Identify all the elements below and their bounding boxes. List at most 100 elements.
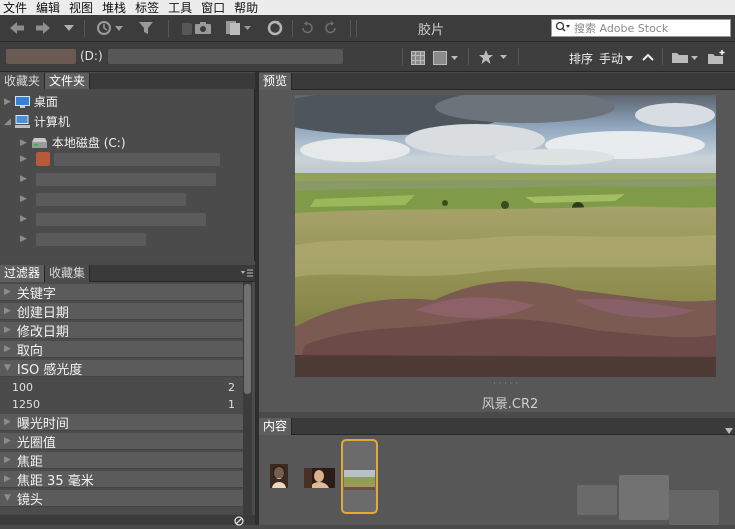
filter-section-aperture[interactable]: ▶ 光圈值 [0, 433, 243, 451]
tree-item[interactable]: ▶ [20, 214, 31, 224]
refresh-icon[interactable] [265, 19, 285, 37]
filter-label: 关键字 [16, 286, 56, 302]
thumbnail-selected[interactable] [341, 439, 378, 514]
output-dropdown-icon[interactable] [223, 19, 253, 37]
filter-label: 修改日期 [16, 324, 69, 340]
menu-label[interactable]: 标签 [135, 1, 159, 15]
tree-item[interactable]: ▶ [20, 234, 31, 244]
content-panel-header: 内容 [259, 418, 735, 435]
collapse-triangle-icon[interactable]: ◢ [4, 117, 11, 127]
forward-arrow-icon[interactable] [34, 20, 52, 36]
tab-filter[interactable]: 过滤器 [0, 265, 46, 282]
workspace-title[interactable]: 胶片 [418, 19, 444, 38]
history-dropdown-icon[interactable] [63, 23, 75, 33]
tab-content[interactable]: 内容 [259, 418, 293, 435]
filter-section-date-modified[interactable]: ▶ 修改日期 [0, 322, 243, 340]
filter-count: 2 [228, 380, 235, 394]
menu-edit[interactable]: 编辑 [36, 1, 60, 15]
filter-section-date-created[interactable]: ▶ 创建日期 [0, 303, 243, 321]
tree-item-desktop[interactable]: ▶ 桌面 [4, 93, 58, 110]
expand-triangle-icon[interactable]: ▶ [20, 214, 27, 224]
expand-triangle-icon[interactable]: ▶ [20, 154, 27, 164]
preview-dots: ····· [493, 379, 521, 388]
expand-triangle-icon[interactable]: ▶ [20, 194, 27, 204]
thumbnail[interactable] [304, 468, 335, 488]
open-recent-folder-icon[interactable] [670, 49, 700, 65]
content-panel [259, 435, 735, 525]
filter-value-row[interactable]: 100 2 [0, 379, 243, 395]
menu-view[interactable]: 视图 [69, 1, 93, 15]
expand-triangle-icon[interactable]: ▶ [4, 287, 11, 297]
filter-label: 焦距 [16, 454, 43, 470]
back-arrow-icon[interactable] [8, 20, 26, 36]
filter-label: 光圈值 [16, 435, 56, 451]
chevron-down-icon [625, 56, 634, 61]
expand-triangle-icon[interactable]: ▶ [4, 474, 11, 484]
quality-grid-icon[interactable] [410, 50, 426, 65]
menu-bar: 文件 编辑 视图 堆栈 标签 工具 窗口 帮助 [0, 0, 735, 15]
expand-triangle-icon[interactable]: ▶ [4, 436, 11, 446]
recent-folder-icon[interactable] [96, 19, 124, 37]
expand-triangle-icon[interactable]: ▶ [4, 417, 11, 427]
expand-triangle-icon[interactable]: ▶ [4, 97, 11, 107]
tab-preview[interactable]: 预览 [259, 73, 293, 90]
menu-file[interactable]: 文件 [3, 1, 27, 15]
filter-section-focal-length-35mm[interactable]: ▶ 焦距 35 毫米 [0, 471, 243, 489]
filter-funnel-icon[interactable] [136, 19, 156, 37]
desktop-icon [14, 95, 30, 108]
menu-tools[interactable]: 工具 [168, 1, 192, 15]
filter-section-lens[interactable]: ▼ 镜头 [0, 490, 243, 508]
tree-item-computer[interactable]: ◢ 计算机 [4, 113, 70, 130]
thumbnail-quality-icon[interactable] [432, 50, 460, 65]
sort-ascending-icon[interactable] [640, 50, 656, 64]
tab-favorites[interactable]: 收藏夹 [0, 73, 46, 90]
search-icon[interactable] [555, 21, 571, 36]
camera-import-icon[interactable] [193, 19, 213, 37]
filter-value-row[interactable]: 1250 1 [0, 396, 243, 412]
collapse-triangle-icon[interactable]: ▼ [4, 363, 11, 373]
search-field[interactable]: 搜索 Adobe Stock [551, 19, 731, 37]
tab-folders[interactable]: 文件夹 [45, 73, 91, 90]
filter-section-focal-length[interactable]: ▶ 焦距 [0, 452, 243, 470]
filter-section-iso[interactable]: ▼ ISO 感光度 [0, 360, 243, 378]
expand-triangle-icon[interactable]: ▶ [4, 306, 11, 316]
search-placeholder: 搜索 Adobe Stock [574, 22, 669, 35]
filter-section-orientation[interactable]: ▶ 取向 [0, 341, 243, 359]
folders-panel-header: 收藏夹 文件夹 [0, 73, 255, 90]
expand-triangle-icon[interactable]: ▶ [20, 234, 27, 244]
star-rating-filter-icon[interactable] [478, 49, 510, 65]
expand-triangle-icon[interactable]: ▶ [4, 325, 11, 335]
preview-image[interactable] [295, 95, 716, 377]
menu-window[interactable]: 窗口 [201, 1, 225, 15]
tree-label-local-disk: 本地磁盘 (C:) [51, 136, 126, 150]
filter-panel: ▶ 关键字 ▶ 创建日期 ▶ 修改日期 ▶ 取向 ▼ ISO 感光度 100 2 1250 1… [0, 282, 255, 515]
collapse-triangle-icon[interactable]: ▼ [4, 493, 11, 503]
clear-filter-icon[interactable] [234, 515, 244, 529]
rotate-right-icon[interactable] [322, 20, 340, 36]
expand-triangle-icon[interactable]: ▶ [20, 174, 27, 184]
thumbnail[interactable] [270, 464, 288, 488]
panel-menu-icon[interactable] [239, 265, 255, 281]
expand-triangle-icon[interactable]: ▶ [4, 344, 11, 354]
tree-item[interactable]: ▶ [20, 194, 31, 204]
filter-value: 100 [12, 380, 33, 394]
menu-stack[interactable]: 堆栈 [102, 1, 126, 15]
sort-mode-dropdown[interactable]: 手动 [599, 50, 634, 67]
computer-icon [14, 115, 30, 128]
new-folder-icon[interactable] [706, 48, 728, 65]
filter-label: 创建日期 [16, 305, 69, 321]
filter-section-exposure-time[interactable]: ▶ 曝光时间 [0, 414, 243, 432]
tree-item[interactable]: ▶ [20, 174, 31, 184]
expand-triangle-icon[interactable]: ▶ [20, 138, 27, 148]
filter-label: 取向 [16, 343, 43, 359]
menu-help[interactable]: 帮助 [234, 1, 258, 15]
filter-section-keywords[interactable]: ▶ 关键字 [0, 284, 243, 302]
path-drive[interactable]: (D:) [80, 49, 103, 63]
tree-item[interactable]: ▶ [20, 154, 31, 164]
filter-value: 1250 [12, 397, 40, 411]
rotate-left-icon[interactable] [298, 20, 316, 36]
tree-item-local-disk[interactable]: ▶ 本地磁盘 (C:) [20, 134, 126, 151]
expand-triangle-icon[interactable]: ▶ [4, 455, 11, 465]
tab-collections[interactable]: 收藏集 [45, 265, 91, 282]
filter-scrollbar-thumb[interactable] [244, 284, 251, 394]
